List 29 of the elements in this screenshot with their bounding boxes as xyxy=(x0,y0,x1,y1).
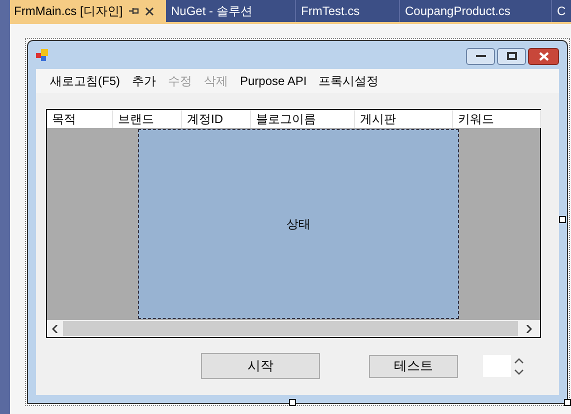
document-tab[interactable]: FrmMain.cs [디자인] xyxy=(10,0,166,22)
menu-item[interactable]: Purpose API xyxy=(234,72,313,90)
minimize-button[interactable] xyxy=(466,48,495,64)
close-icon[interactable] xyxy=(144,6,154,16)
minimize-icon xyxy=(476,54,486,58)
scrollbar-thumb[interactable] xyxy=(63,321,518,336)
status-label: 상태 xyxy=(286,216,310,233)
menu-item[interactable]: 프록시설정 xyxy=(312,72,385,90)
close-icon xyxy=(538,52,548,60)
menu-item[interactable]: 추가 xyxy=(126,72,162,90)
maximize-button[interactable] xyxy=(497,48,526,64)
column-header[interactable]: 키워드 xyxy=(453,110,541,128)
test-button[interactable]: 테스트 xyxy=(369,354,458,378)
column-header[interactable]: 목적 xyxy=(47,110,113,128)
resize-handle[interactable] xyxy=(289,399,296,406)
spinner-icon[interactable] xyxy=(514,356,524,376)
pin-icon[interactable] xyxy=(128,7,139,15)
close-button[interactable] xyxy=(528,48,559,64)
resize-handle[interactable] xyxy=(564,399,571,406)
column-header[interactable]: 블로그이름 xyxy=(251,110,355,128)
resize-handle[interactable] xyxy=(559,216,566,223)
column-header[interactable]: 게시판 xyxy=(355,110,453,128)
column-header[interactable]: 계정ID xyxy=(182,110,251,128)
maximize-icon xyxy=(506,52,516,60)
horizontal-scrollbar[interactable] xyxy=(47,320,540,337)
menu-item[interactable]: 새로고침(F5) xyxy=(44,72,126,90)
column-header[interactable]: 브랜드 xyxy=(113,110,182,128)
app-icon xyxy=(36,49,48,61)
start-button[interactable]: 시작 xyxy=(201,353,320,379)
